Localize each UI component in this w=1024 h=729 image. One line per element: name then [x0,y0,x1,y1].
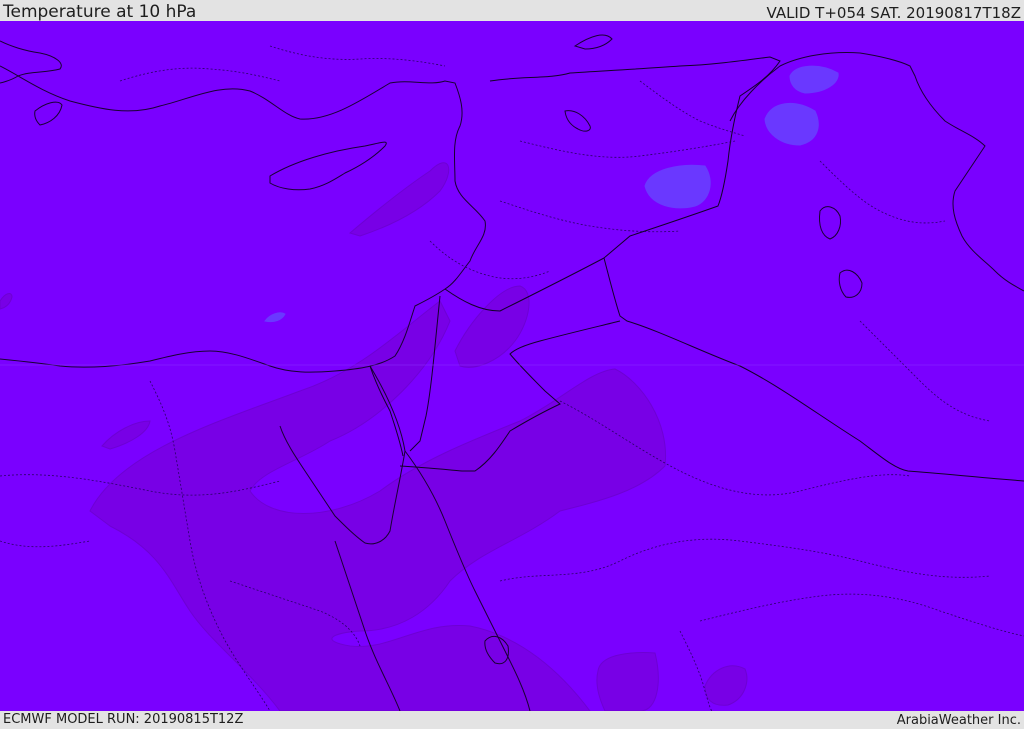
valid-time-label: VALID T+054 SAT. 20190817T18Z [766,4,1021,22]
header-bar: Temperature at 10 hPa VALID T+054 SAT. 2… [0,0,1024,21]
weather-map[interactable] [0,21,1024,711]
temperature-field [0,21,1024,711]
credit-label: ArabiaWeather Inc. [896,713,1021,728]
model-run-label: ECMWF MODEL RUN: 20190815T12Z [3,712,244,727]
map-title: Temperature at 10 hPa [3,2,197,22]
footer-bar: ECMWF MODEL RUN: 20190815T12Z ArabiaWeat… [0,711,1024,729]
map-canvas [0,21,1024,711]
